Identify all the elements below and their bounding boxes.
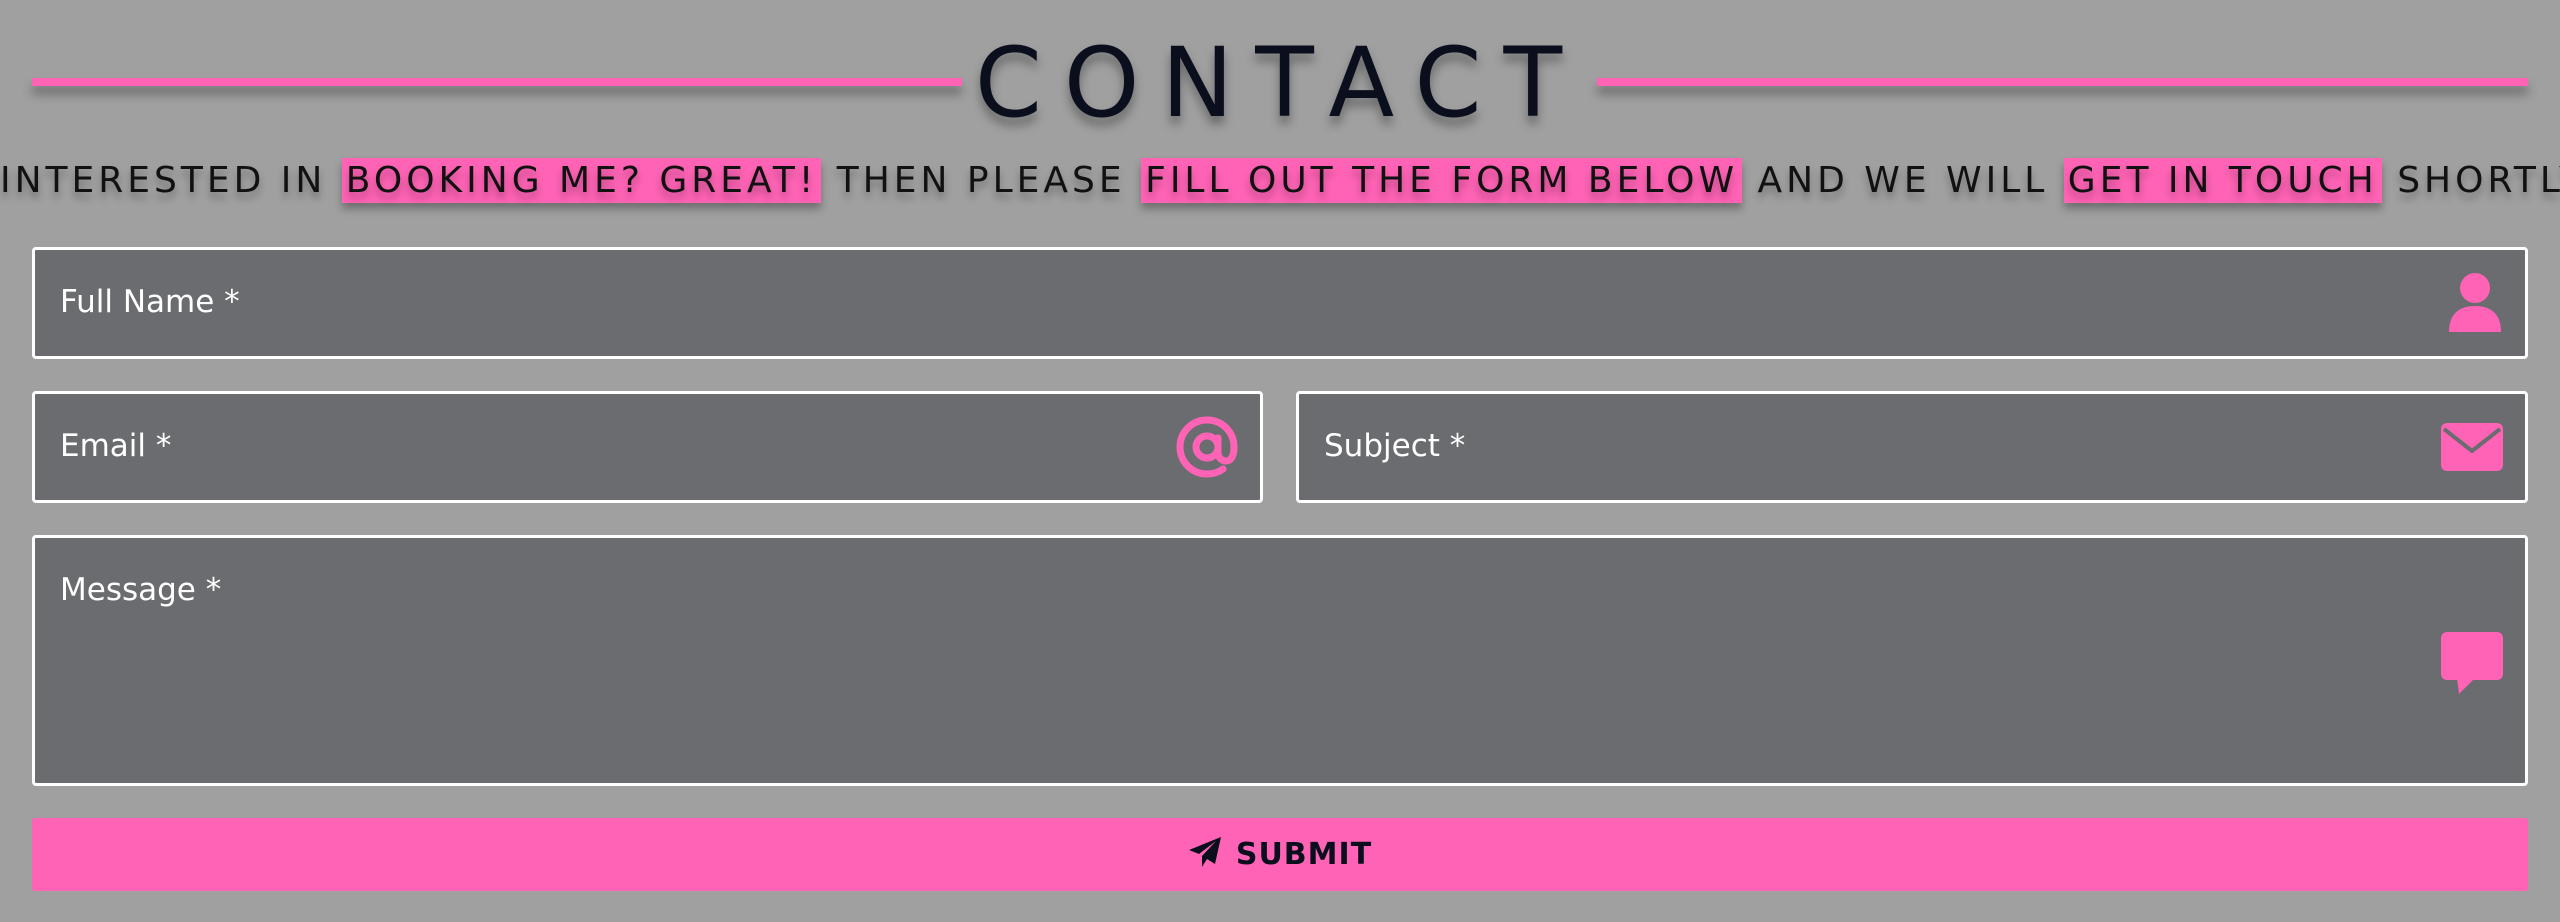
- tagline-text: AND WE WILL: [1742, 160, 2064, 201]
- subject-placeholder: Subject *: [1324, 428, 1466, 464]
- subject-field[interactable]: Subject *: [1296, 391, 2528, 503]
- tagline: INTERESTED IN BOOKING ME? GREAT! THEN PL…: [0, 156, 2560, 206]
- tagline-highlight: BOOKING ME? GREAT!: [341, 158, 822, 203]
- tagline-highlight: GET IN TOUCH: [2063, 158, 2382, 203]
- header-rule-left: [32, 78, 962, 86]
- envelope-icon: [2441, 423, 2503, 476]
- tagline-highlight: FILL OUT THE FORM BELOW: [1141, 158, 1743, 203]
- tagline-text: THEN PLEASE: [821, 160, 1142, 201]
- comment-icon: [2441, 632, 2503, 699]
- full-name-placeholder: Full Name *: [60, 284, 240, 320]
- contact-card: CONTACT INTERESTED IN BOOKING ME? GREAT!…: [0, 0, 2560, 922]
- tagline-text: SHORTLY: [2397, 160, 2560, 201]
- contact-header: CONTACT: [32, 22, 2528, 139]
- page-title: CONTACT: [974, 27, 1585, 139]
- at-icon: [1176, 416, 1238, 483]
- submit-button[interactable]: SUBMIT: [32, 818, 2528, 891]
- email-placeholder: Email *: [60, 428, 172, 464]
- header-rule-right: [1597, 78, 2528, 86]
- tagline-text: INTERESTED IN: [0, 160, 342, 201]
- paper-plane-icon: [1188, 836, 1222, 873]
- user-icon: [2447, 272, 2503, 339]
- email-field[interactable]: Email *: [32, 391, 1263, 503]
- submit-label: SUBMIT: [1235, 837, 1373, 872]
- full-name-field[interactable]: Full Name *: [32, 247, 2528, 359]
- message-placeholder: Message *: [60, 572, 222, 608]
- message-field[interactable]: Message *: [32, 535, 2528, 786]
